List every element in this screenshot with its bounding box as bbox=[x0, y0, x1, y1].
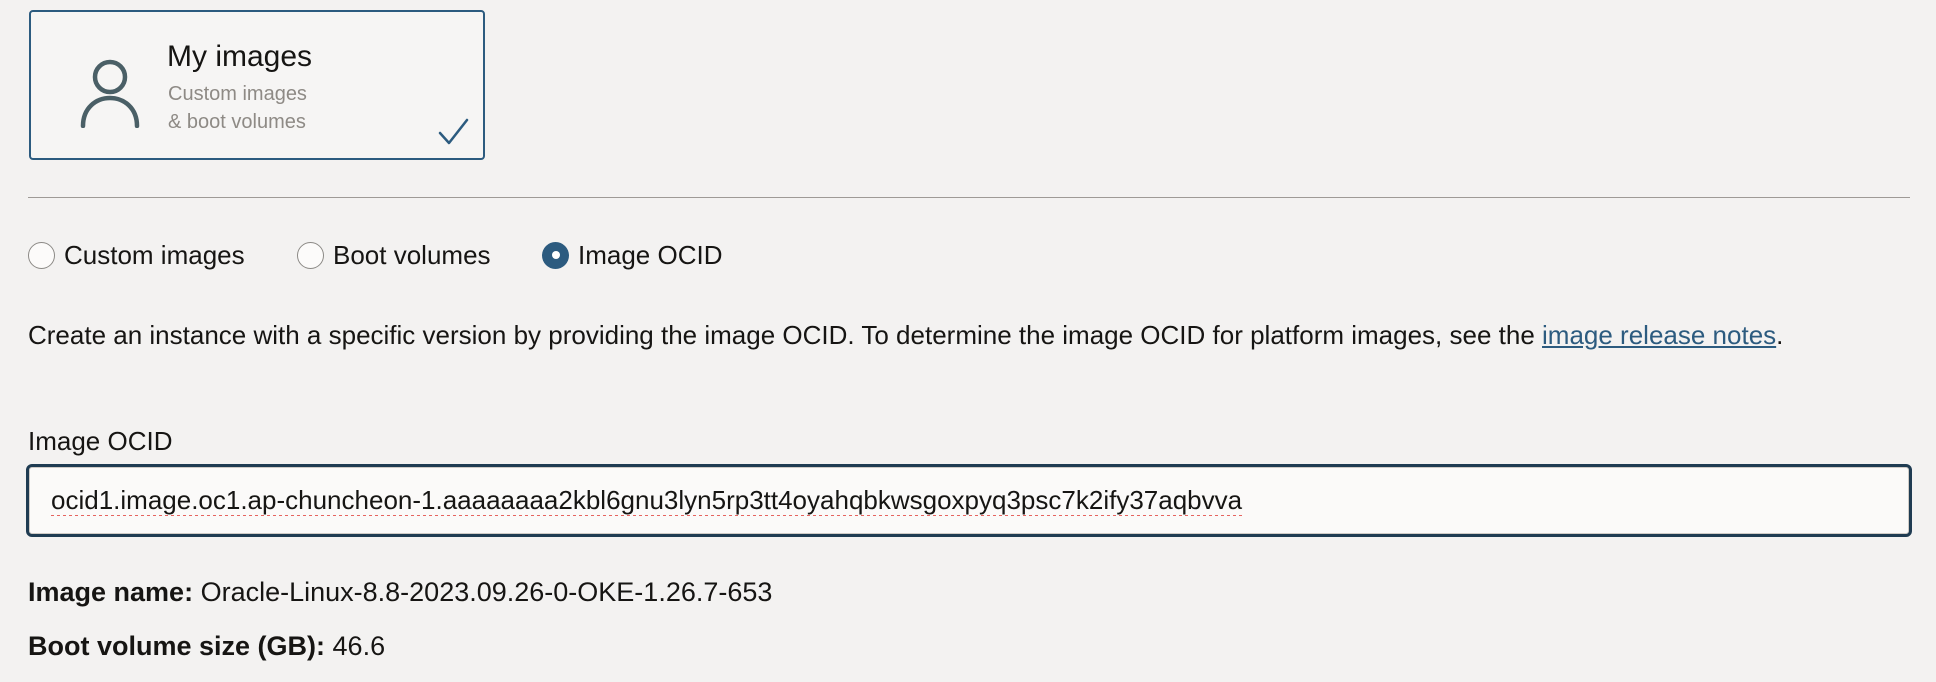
check-icon bbox=[438, 118, 469, 145]
radio-custom-images[interactable]: Custom images bbox=[28, 238, 245, 272]
description-text: Create an instance with a specific versi… bbox=[28, 320, 1543, 350]
image-release-notes-link[interactable]: image release notes bbox=[1542, 320, 1776, 350]
image-name-label: Image name: bbox=[28, 577, 194, 607]
radio-button-boot-volumes[interactable] bbox=[297, 241, 324, 269]
radio-button-custom-images[interactable] bbox=[28, 241, 55, 269]
radio-label-image-ocid: Image OCID bbox=[578, 239, 723, 270]
section-divider bbox=[28, 197, 1910, 198]
image-name-value: Oracle-Linux-8.8-2023.09.26-0-OKE-1.26.7… bbox=[200, 577, 773, 607]
radio-boot-volumes[interactable]: Boot volumes bbox=[297, 238, 491, 272]
radio-button-image-ocid[interactable] bbox=[542, 241, 569, 269]
boot-volume-size-row: Boot volume size (GB): 46.6 bbox=[28, 633, 385, 660]
image-ocid-input[interactable] bbox=[26, 464, 1912, 537]
ocid-description: Create an instance with a specific versi… bbox=[28, 318, 1908, 353]
image-name-row: Image name: Oracle-Linux-8.8-2023.09.26-… bbox=[28, 579, 772, 606]
radio-image-ocid[interactable]: Image OCID bbox=[542, 238, 723, 272]
boot-volume-size-value: 46.6 bbox=[332, 631, 386, 661]
image-ocid-label: Image OCID bbox=[28, 426, 173, 456]
boot-volume-size-label: Boot volume size (GB): bbox=[28, 631, 326, 661]
card-subtitle-line2: & boot volumes bbox=[168, 111, 306, 133]
radio-label-custom-images: Custom images bbox=[64, 239, 245, 270]
description-text-end: . bbox=[1776, 320, 1784, 350]
radio-label-boot-volumes: Boot volumes bbox=[333, 239, 491, 270]
card-title: My images bbox=[167, 40, 313, 73]
card-subtitle-line1: Custom images bbox=[168, 83, 307, 105]
user-icon bbox=[80, 59, 140, 128]
my-images-card[interactable]: My images Custom images & boot volumes bbox=[29, 10, 485, 160]
